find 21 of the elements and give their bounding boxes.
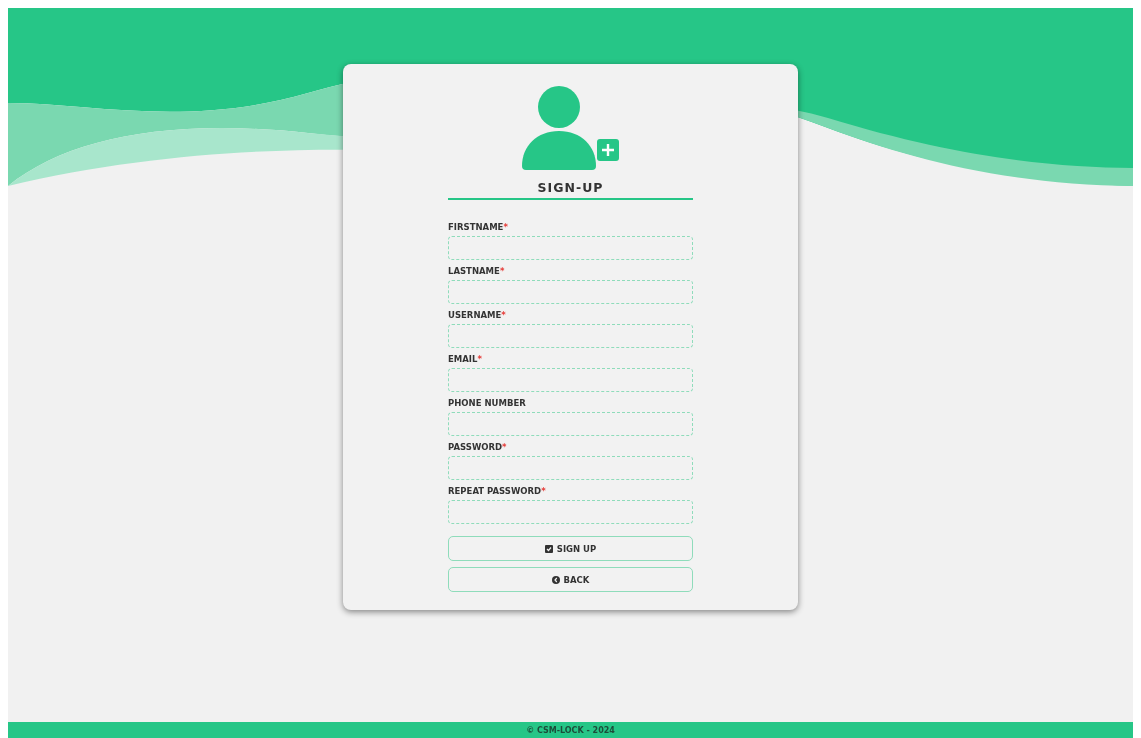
field-label: FIRSTNAME* — [448, 222, 509, 234]
input-field[interactable] — [448, 500, 693, 524]
back-arrow-icon — [551, 575, 560, 584]
copyright-text: © CSM-LOCK - 2024 — [526, 725, 615, 735]
field-label: PASSWORD* — [448, 442, 508, 454]
input-field[interactable] — [448, 236, 693, 260]
signup-button[interactable]: SIGN UP — [448, 536, 693, 561]
input-field[interactable] — [448, 368, 693, 392]
input-field[interactable] — [448, 324, 693, 348]
field-label: EMAIL* — [448, 354, 483, 366]
field-label: PHONE NUMBER — [448, 398, 527, 410]
input-field[interactable] — [448, 280, 693, 304]
checkbox-icon — [544, 544, 553, 553]
input-field[interactable] — [448, 412, 693, 436]
field-label: LASTNAME* — [448, 266, 506, 278]
field-label: USERNAME* — [448, 310, 507, 322]
back-button[interactable]: BACK — [448, 567, 693, 592]
form-title: SIGN-UP — [448, 170, 693, 200]
add-user-icon — [521, 86, 620, 170]
field-label: REPEAT PASSWORD* — [448, 486, 547, 498]
input-field[interactable] — [448, 456, 693, 480]
